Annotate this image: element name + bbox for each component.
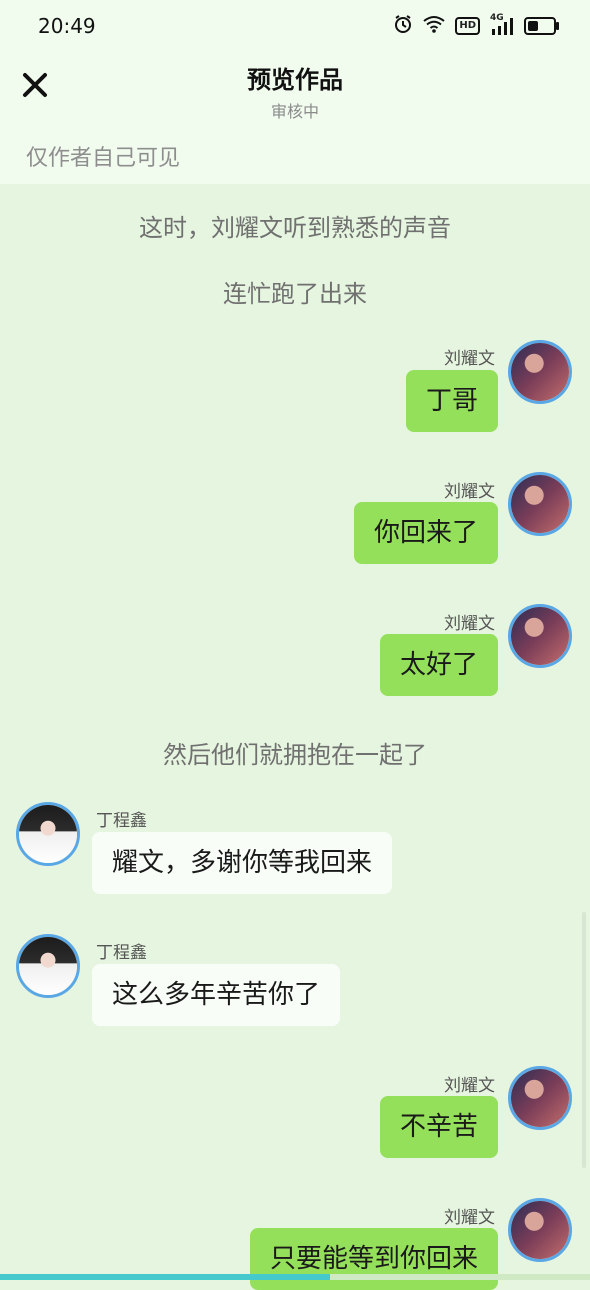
battery-icon	[524, 17, 559, 35]
status-icons: HD 4G	[393, 13, 559, 38]
wifi-icon	[423, 15, 445, 37]
message-bubble[interactable]: 只要能等到你回来	[249, 1228, 498, 1290]
review-status: 审核中	[270, 102, 319, 121]
sender-name: 刘耀文	[444, 482, 495, 502]
avatar[interactable]	[508, 340, 572, 404]
reading-progress-fill	[0, 1274, 331, 1280]
narration-text: 连忙跑了出来	[223, 280, 367, 308]
message-bubble[interactable]: 太好了	[379, 634, 498, 696]
scrollbar[interactable]	[582, 912, 586, 1168]
narration-text: 然后他们就拥抱在一起了	[163, 741, 427, 769]
sender-name: 刘耀文	[444, 1076, 495, 1096]
message-bubble[interactable]: 丁哥	[405, 370, 498, 432]
page-title: 预览作品	[247, 66, 343, 94]
reading-progress-bar	[0, 1274, 590, 1280]
sender-name: 刘耀文	[444, 1208, 495, 1228]
avatar[interactable]	[16, 802, 80, 866]
avatar[interactable]	[508, 472, 572, 536]
message-bubble[interactable]: 你回来了	[353, 502, 498, 564]
message-bubble[interactable]: 不辛苦	[379, 1096, 498, 1158]
hd-icon: HD	[455, 17, 480, 35]
sender-name: 丁程鑫	[96, 943, 147, 963]
sender-name: 刘耀文	[444, 349, 495, 369]
avatar[interactable]	[16, 934, 80, 998]
sender-name: 刘耀文	[444, 614, 495, 634]
visibility-note: 仅作者自己可见	[26, 146, 181, 171]
sender-name: 丁程鑫	[96, 811, 147, 831]
narration-text: 这时，刘耀文听到熟悉的声音	[139, 214, 451, 242]
status-time: 20:49	[38, 14, 96, 38]
message-bubble[interactable]: 这么多年辛苦你了	[92, 964, 341, 1026]
message-bubble[interactable]: 耀文，多谢你等我回来	[92, 832, 393, 894]
avatar[interactable]	[508, 1066, 572, 1130]
avatar[interactable]	[508, 604, 572, 668]
status-bar: 20:49 HD 4G	[0, 0, 590, 52]
avatar[interactable]	[508, 1198, 572, 1262]
alarm-icon	[393, 14, 413, 38]
header-area: 20:49 HD 4G 预览作品 审核中 仅作者自己可见	[0, 0, 590, 184]
4g-signal-icon: 4G	[490, 13, 514, 35]
